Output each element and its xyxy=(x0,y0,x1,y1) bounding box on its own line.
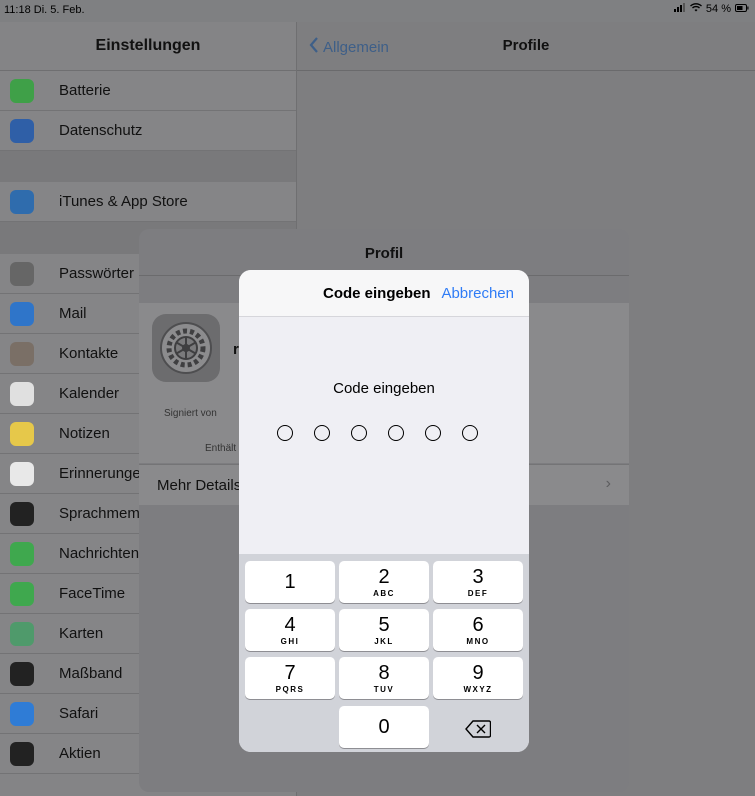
digit-key[interactable]: 3 DEF xyxy=(433,561,523,603)
signal-icon xyxy=(673,3,686,15)
settings-gear-icon xyxy=(152,314,220,382)
key-digit: 7 xyxy=(284,661,296,684)
dialog-title: Code eingeben xyxy=(323,285,431,302)
key-letters: JKL xyxy=(374,636,394,646)
passcode-dots xyxy=(277,425,478,441)
backspace-icon xyxy=(465,719,492,743)
appstore-icon xyxy=(10,189,34,214)
passcode-dot xyxy=(388,425,404,441)
battery-icon xyxy=(10,78,34,103)
key-digit: 4 xyxy=(284,613,296,636)
passcode-dot xyxy=(351,425,367,441)
sidebar-title: Einstellungen xyxy=(0,22,296,71)
sidebar-item-label: Erinnerungen xyxy=(59,465,150,482)
key-icon xyxy=(10,261,34,286)
hand-icon xyxy=(10,118,34,143)
cancel-button[interactable]: Abbrechen xyxy=(441,285,514,302)
sidebar-item-label: Mail xyxy=(59,305,87,322)
key-digit: 8 xyxy=(378,661,390,684)
sidebar-item-label: Aktien xyxy=(59,745,101,762)
safari-icon xyxy=(10,701,34,726)
status-time: 11:18 Di. 5. Feb. xyxy=(4,4,85,16)
digit-key[interactable]: 6 MNO xyxy=(433,609,523,651)
profile-name: r xyxy=(233,341,239,358)
sidebar-item[interactable]: Batterie xyxy=(0,71,296,111)
passcode-dot xyxy=(277,425,293,441)
passcode-dot xyxy=(314,425,330,441)
sidebar-item-label: Notizen xyxy=(59,425,110,442)
numeric-keypad: 1 2 ABC 3 DEF 4 GHI 5 JKL 6 MNO 7 PQRS 8 TUV 9 WXYZ 0 xyxy=(239,554,529,752)
key-digit: 9 xyxy=(472,661,484,684)
sidebar-item-label: Karten xyxy=(59,625,104,642)
sidebar-item-label: Maßband xyxy=(59,665,123,682)
key-letters: PQRS xyxy=(275,684,305,694)
key-letters: TUV xyxy=(373,684,395,694)
passcode-prompt: Code eingeben xyxy=(333,380,435,397)
sidebar-item-label: Nachrichten xyxy=(59,545,140,562)
key-digit: 5 xyxy=(378,613,390,636)
calendar-icon xyxy=(10,381,34,406)
signed-by-label: Signiert von xyxy=(164,408,217,419)
key-digit: 1 xyxy=(284,571,296,593)
sidebar-item[interactable]: Datenschutz xyxy=(0,111,296,151)
more-details-label: Mehr Details xyxy=(157,477,242,494)
sidebar-item-label: iTunes & App Store xyxy=(59,193,188,210)
key-letters: MNO xyxy=(466,636,490,646)
contains-label: Enthält xyxy=(205,443,237,454)
key-letters: DEF xyxy=(467,588,489,598)
key-letters: GHI xyxy=(280,636,300,646)
stocks-icon xyxy=(10,741,34,766)
sidebar-item-label: Passwörter xyxy=(59,265,135,282)
battery-percent: 54 % xyxy=(705,3,731,15)
sidebar-item-label: FaceTime xyxy=(59,585,126,602)
digit-key[interactable]: 2 ABC xyxy=(339,561,429,603)
key-digit: 2 xyxy=(378,565,390,588)
maps-icon xyxy=(10,621,34,646)
notes-icon xyxy=(10,421,34,446)
passcode-dot xyxy=(425,425,441,441)
sidebar-item-label: Safari xyxy=(59,705,99,722)
contacts-icon xyxy=(10,341,34,366)
facetime-icon xyxy=(10,581,34,606)
status-bar: 11:18 Di. 5. Feb. 54 % xyxy=(0,0,755,22)
sidebar-item-label: Kontakte xyxy=(59,345,119,362)
sidebar-item-label: Kalender xyxy=(59,385,120,402)
battery-status-icon xyxy=(735,3,749,15)
wifi-icon xyxy=(689,3,702,15)
digit-key[interactable]: 1 xyxy=(245,561,335,603)
digit-key[interactable]: 7 PQRS xyxy=(245,657,335,699)
detail-title: Profile xyxy=(502,37,550,54)
key-digit: 0 xyxy=(378,716,390,738)
dialog-header: Code eingeben Abbrechen xyxy=(239,270,529,317)
measure-icon xyxy=(10,661,34,686)
detail-header: Allgemein Profile xyxy=(297,22,755,71)
digit-key[interactable]: 5 JKL xyxy=(339,609,429,651)
reminders-icon xyxy=(10,461,34,486)
passcode-dialog: Code eingeben Abbrechen Code eingeben 1 2… xyxy=(239,270,529,752)
digit-key[interactable]: 4 GHI xyxy=(245,609,335,651)
key-digit: 3 xyxy=(472,565,484,588)
key-digit: 6 xyxy=(472,613,484,636)
digit-key[interactable]: 8 TUV xyxy=(339,657,429,699)
sidebar-item-label: Batterie xyxy=(59,82,111,99)
sidebar-item[interactable]: iTunes & App Store xyxy=(0,182,296,222)
messages-icon xyxy=(10,541,34,566)
digit-key[interactable]: 0 xyxy=(339,706,429,748)
key-letters: WXYZ xyxy=(463,684,493,694)
key-letters: ABC xyxy=(373,588,395,598)
mail-icon xyxy=(10,301,34,326)
digit-key[interactable]: 9 WXYZ xyxy=(433,657,523,699)
chevron-right-icon: › xyxy=(605,475,611,492)
status-right: 54 % xyxy=(673,3,749,15)
profile-sheet-title: Profil xyxy=(364,245,404,262)
voice-memos-icon xyxy=(10,501,34,526)
passcode-dot xyxy=(462,425,478,441)
section-gap xyxy=(0,151,296,182)
delete-key[interactable] xyxy=(433,710,523,752)
sidebar-item-label: Datenschutz xyxy=(59,122,143,139)
